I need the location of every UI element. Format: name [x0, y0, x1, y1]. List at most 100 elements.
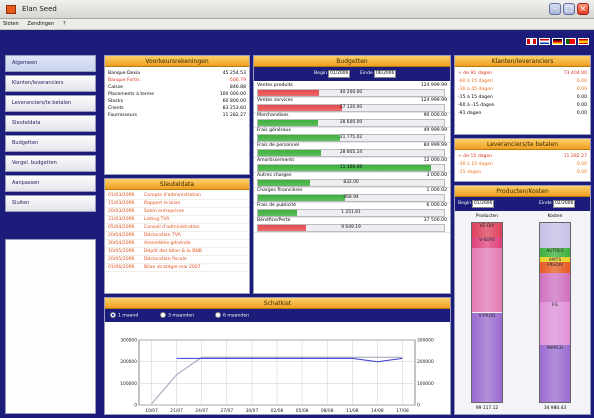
account-label: Banque Dexia [108, 71, 141, 76]
account-row[interactable]: Fournisseurs 11 282.27 [105, 112, 249, 119]
budget-amount: 3 000.00 [426, 173, 447, 178]
panel-title: Producten/Kosten [455, 186, 590, 197]
flag-icon-fr[interactable] [526, 38, 537, 45]
account-row[interactable]: Caisse 846.88 [105, 84, 249, 91]
keydate-row[interactable]: 20/03/2006 Salon entreprises [105, 208, 249, 216]
budget-row[interactable]: Autres charges 3 000.00 832.00 [254, 173, 450, 188]
budget-amount: 90 000.00 [423, 113, 447, 118]
menu-sloten[interactable]: Sloten [0, 19, 23, 27]
account-value: 11 282.27 [222, 113, 246, 118]
budget-begin-input[interactable]: 01/2006 [328, 70, 350, 78]
keydate-date: 31/03/2006 [108, 217, 135, 222]
budget-amount: 37 500.00 [423, 218, 447, 223]
budget-progress-bar: 1 251.81 [257, 209, 445, 217]
close-button[interactable]: × [577, 3, 589, 15]
aging-row[interactable]: + de 15 dagen 11 282.27 [455, 153, 590, 161]
keydate-row[interactable]: 05/04/2006 Conseil d'administration [105, 224, 249, 232]
producten-einde-input[interactable]: 02/2006 [553, 200, 575, 208]
sidebar-empty-area [5, 239, 96, 414]
radio-6-maanden[interactable]: 6 maanden [215, 312, 249, 319]
flag-icon-es[interactable] [578, 38, 589, 45]
budget-progress-bar: 11 166.66 [257, 164, 445, 172]
budget-amount: 1 000.02 [426, 188, 447, 193]
keydate-row[interactable]: 01/06/2006 Bilan stratégie mai 2007 [105, 264, 249, 272]
menu-help[interactable]: ? [60, 19, 70, 27]
menu-zendingen[interactable]: Zendingen [24, 19, 58, 27]
aging-row[interactable]: -60 à -15 dagen 0.00 [455, 102, 590, 110]
aging-row[interactable]: -30 à 45 dagen 0.00 [455, 86, 590, 94]
sidebar-item-aanpassen[interactable]: Aanpassen [5, 175, 96, 192]
account-row[interactable]: Placements à terme 100 000.00 [105, 91, 249, 98]
sidebar-item-sleuteldata[interactable]: Sleuteldata [5, 115, 96, 132]
segment-label: VE-DIV [479, 224, 495, 229]
keydate-row[interactable]: 15/03/2006 Rapport le bilan [105, 200, 249, 208]
budget-row[interactable]: Ventes produits 124 999.99 40 200.00 [254, 83, 450, 98]
aging-value: 0.00 [576, 87, 587, 92]
y-tick-label-right: 100000 [417, 381, 434, 387]
window-title: Elan Seed [22, 5, 57, 13]
radio-3-maanden[interactable]: 3 maanden [160, 312, 194, 319]
col1-title: Producten [475, 214, 499, 219]
begin-label: Begin [458, 201, 472, 206]
keydate-date: 20/03/2006 [108, 209, 135, 214]
flag-icon-nl[interactable] [539, 38, 550, 45]
flag-icon-de[interactable] [552, 38, 563, 45]
budget-row[interactable]: Bénéfice/Perte 37 500.00 9 649.19 [254, 218, 450, 233]
sidebar-item-vergel-budgetten[interactable]: Vergel. budgetten [5, 155, 96, 172]
einde-label: Einde [360, 71, 373, 76]
account-row[interactable]: Banque Dexia 45 254.53 [105, 70, 249, 77]
budget-row[interactable]: Ventes services 124 999.99 57 120.00 [254, 98, 450, 113]
sidebar-item-klanten[interactable]: Klanten/leveranciers [5, 75, 96, 92]
radio-1-maand[interactable]: 1 maand [110, 312, 138, 319]
aging-value: 11 282.27 [563, 154, 587, 159]
account-label: Caisse [108, 85, 123, 90]
aging-row[interactable]: -30 à 15 dagen 0.00 [455, 161, 590, 169]
aging-label: -60 à -15 dagen [458, 103, 495, 108]
budget-label: Autres charges [257, 173, 292, 178]
budget-einde-input[interactable]: 06/2006 [374, 70, 396, 78]
y-tick-label-left: 0 [134, 403, 137, 409]
col1-total: 99 117.12 [475, 406, 499, 411]
budget-actual: 468.94 [343, 195, 359, 200]
minimize-button[interactable]: – [549, 3, 561, 15]
budget-row[interactable]: Frais généraux 49 999.99 21 775.02 [254, 128, 450, 143]
aging-label: -15 à 15 dagen [458, 95, 493, 100]
keydate-text: Déclaration TVA [144, 233, 181, 238]
keydate-row[interactable]: 01/03/2006 Compte d'administration [105, 192, 249, 200]
budget-row[interactable]: Marchandises 90 000.00 28 600.00 [254, 113, 450, 128]
account-row[interactable]: Clients 83 253.60 [105, 105, 249, 112]
budget-row[interactable]: Amortissements 12 000.00 11 166.66 [254, 158, 450, 173]
budget-row[interactable]: Frais de publicité 6 000.00 1 251.81 [254, 203, 450, 218]
budget-row[interactable]: Frais de personnel 84 999.99 28 805.24 [254, 143, 450, 158]
budget-amount: 124 999.99 [420, 98, 447, 103]
account-row[interactable]: Banque Fortis -506.79 [105, 77, 249, 84]
keydate-row[interactable]: 31/03/2006 Listing TVA [105, 216, 249, 224]
flag-icon-pt[interactable] [565, 38, 576, 45]
aging-row[interactable]: -91 dagen 0.00 [455, 110, 590, 118]
account-label: Stocks [108, 99, 124, 104]
producten-panel: Producten/Kosten Begin 01/2006 Einde 02/… [454, 185, 591, 415]
sidebar-item-leveranciers[interactable]: Leveranciers/te betalen [5, 95, 96, 112]
aging-row[interactable]: -15 à 15 dagen 0.00 [455, 94, 590, 102]
aging-row[interactable]: -15 dagen 0.00 [455, 169, 590, 177]
budget-label: Amortissements [257, 158, 295, 163]
keydate-text: Bilan stratégie mai 2007 [144, 265, 201, 270]
budget-row[interactable]: Charges financières 1 000.02 468.94 [254, 188, 450, 203]
maximize-button[interactable]: □ [563, 3, 575, 15]
aging-value: 0.00 [576, 111, 587, 116]
keydate-row[interactable]: 20/04/2006 Déclaration TVA [105, 232, 249, 240]
aging-row[interactable]: + de 91 dagen 73 404.00 [455, 70, 590, 78]
y-tick-label-right: 300000 [417, 338, 434, 344]
sidebar-item-algemeen[interactable]: Algemeen [5, 55, 96, 72]
keydate-row[interactable]: 20/05/2006 Déclaration fiscale [105, 256, 249, 264]
keydate-row[interactable]: 30/04/2006 Assemblée générale [105, 240, 249, 248]
header-bar [0, 30, 594, 50]
budget-actual: 28 805.24 [339, 150, 363, 155]
sidebar-item-budgetten[interactable]: Budgetten [5, 135, 96, 152]
budget-actual: 832.00 [343, 180, 359, 185]
sidebar-item-sluiten[interactable]: Sluiten [5, 195, 96, 212]
aging-row[interactable]: -60 à 15 dagen 0.00 [455, 78, 590, 86]
producten-begin-input[interactable]: 01/2006 [472, 200, 494, 208]
account-row[interactable]: Stocks 60 800.00 [105, 98, 249, 105]
keydate-row[interactable]: 10/05/2006 Dépôt des bilan & la BNB [105, 248, 249, 256]
